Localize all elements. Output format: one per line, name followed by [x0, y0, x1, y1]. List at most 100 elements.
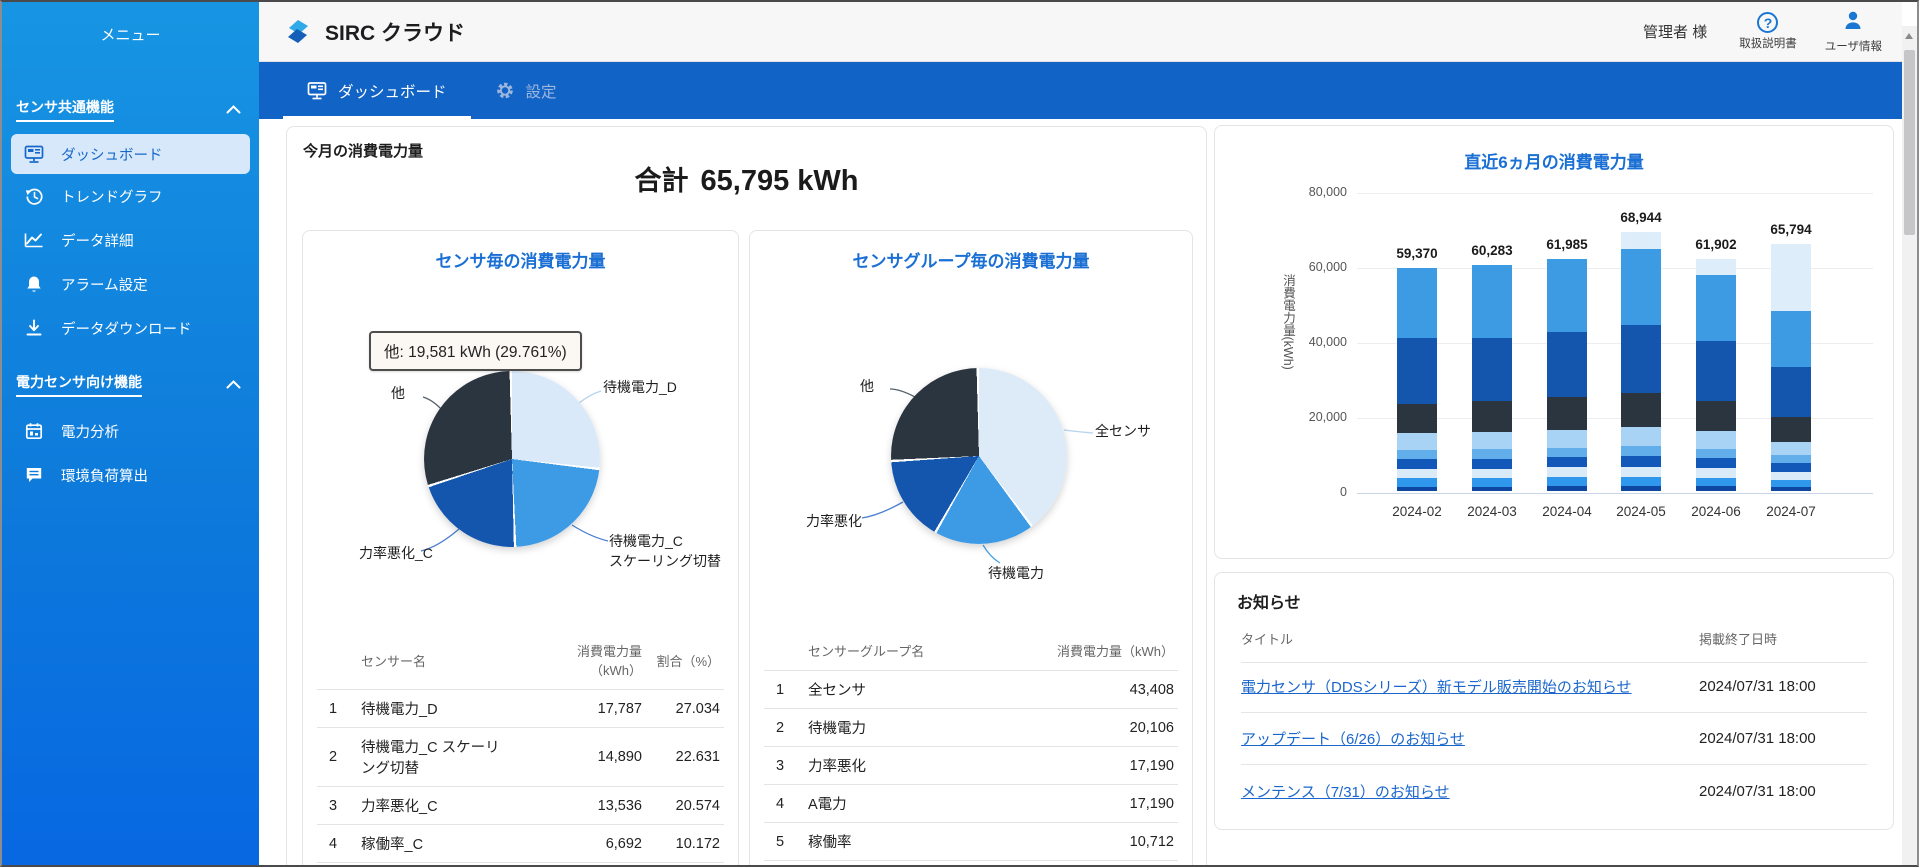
section-label: 電力センサ向け機能 — [16, 372, 142, 397]
pie-label-standby: 待機電力 — [988, 565, 1044, 581]
bar-segment — [1547, 331, 1587, 398]
sidebar-item-label: 電力分析 — [61, 424, 119, 441]
bar-total-label: 65,794 — [1770, 222, 1812, 238]
news-date: 2024/07/31 18:00 — [1699, 678, 1816, 695]
news-card: お知らせ タイトル 掲載終了日時 電力センサ（DDSシリーズ）新モデル販売開始の… — [1214, 572, 1894, 830]
bar-segment — [1696, 477, 1736, 487]
bar-segment — [1696, 340, 1736, 402]
topbar: SIRC クラウド 管理者 様 ? 取扱説明書 ユーザ情報 — [259, 2, 1902, 62]
bar-segment — [1771, 462, 1811, 472]
bar-segment — [1621, 476, 1661, 487]
bar-segment — [1397, 468, 1437, 478]
bar-segment — [1472, 264, 1512, 338]
bar-segment — [1771, 417, 1811, 442]
trend-graph-icon — [24, 186, 44, 206]
sensor-pie-card: センサ毎の消費電力量 他 待機電力_D 力率悪化_C 待機電力_C スケーリング… — [302, 230, 739, 865]
sidebar-section-sensor-common[interactable]: センサ共通機能 — [16, 97, 243, 122]
bar-segment — [1472, 486, 1512, 491]
news-link[interactable]: 電力センサ（DDSシリーズ）新モデル販売開始のお知らせ — [1241, 676, 1699, 697]
bar-segment — [1696, 258, 1736, 276]
scrollbar-up-arrow-icon[interactable] — [1905, 33, 1913, 39]
sensor-pie-chart[interactable] — [424, 371, 600, 547]
bar-chart-plot[interactable]: 0 20,000 40,000 60,000 80,000 消費電力量(kWh)… — [1215, 126, 1893, 558]
stacked-bar[interactable] — [1472, 264, 1512, 491]
bar-segment — [1696, 486, 1736, 491]
scrollbar-thumb[interactable] — [1904, 50, 1915, 235]
stacked-bar[interactable] — [1696, 258, 1736, 491]
bar-segment — [1771, 454, 1811, 463]
monthly-consumption-card: 今月の消費電力量 合計 65,795 kWh センサ毎の消費電力量 他 待機電力_… — [286, 126, 1207, 865]
pagination-row: 1ページの表示数: 10 1-5 of 5 ‹ › — [764, 860, 1178, 865]
bar-segment — [1547, 467, 1587, 478]
bar-segment — [1621, 324, 1661, 394]
table-row: 1 全センサ 43,408 — [764, 670, 1178, 708]
bar-segment — [1547, 477, 1587, 487]
dashboard-icon — [307, 81, 327, 101]
table-row: 2 待機電力 20,106 — [764, 708, 1178, 746]
stacked-bar[interactable] — [1621, 232, 1661, 491]
group-table-header: センサーグループ名 消費電力量（kWh） — [808, 644, 1174, 659]
sidebar-item-label: 環境負荷算出 — [61, 468, 148, 485]
app-window: メニュー センサ共通機能 ダッシュボード トレンドグラフ データ詳細 アラーム設… — [0, 0, 1919, 867]
news-date: 2024/07/31 18:00 — [1699, 730, 1816, 747]
bar-segment — [1696, 275, 1736, 341]
bar-total-label: 68,944 — [1620, 210, 1662, 226]
bar-segment — [1621, 248, 1661, 325]
stacked-bar[interactable] — [1397, 268, 1437, 491]
pie-label-standby-d: 待機電力_D — [603, 379, 677, 395]
pie-label-other: 他 — [391, 385, 405, 401]
bar-segment — [1472, 449, 1512, 459]
table-row: 4 A電力 17,190 — [764, 784, 1178, 822]
chevron-up-icon — [223, 375, 243, 395]
tab-label: ダッシュボード — [338, 83, 447, 101]
bar-segment — [1472, 468, 1512, 478]
news-link[interactable]: アップデート（6/26）のお知らせ — [1241, 728, 1699, 749]
bar-segment — [1696, 401, 1736, 432]
message-square-icon — [24, 465, 44, 485]
sidebar-item-label: トレンドグラフ — [61, 189, 163, 206]
sidebar-item-data-detail[interactable]: データ詳細 — [2, 218, 259, 262]
sensor-pie-title: センサ毎の消費電力量 — [435, 252, 606, 271]
group-table: センサーグループ名 消費電力量（kWh） 1 全センサ 43,408 2 待機電力 20… — [764, 635, 1178, 865]
calendar-icon — [24, 421, 44, 441]
table-row: 5 稼働率 10,712 — [764, 822, 1178, 860]
line-chart-icon — [24, 230, 44, 250]
sidebar-item-power-analysis[interactable]: 電力分析 — [2, 409, 259, 453]
total-value: 65,795 kWh — [700, 165, 859, 197]
sidebar-item-label: データダウンロード — [61, 321, 192, 338]
sidebar-section-power-sensor[interactable]: 電力センサ向け機能 — [16, 372, 243, 397]
bar-segment — [1771, 471, 1811, 480]
bar-segment — [1621, 426, 1661, 446]
sensor-table: センサー名 消費電力量（kWh） 割合（%） 1 待機電力_D 17,787 27.0… — [317, 635, 724, 865]
sidebar-item-trend-graph[interactable]: トレンドグラフ — [2, 174, 259, 218]
total-label: 合計 — [634, 166, 689, 196]
news-link[interactable]: メンテンス（7/31）のお知らせ — [1241, 781, 1699, 802]
sidebar-item-data-download[interactable]: データダウンロード — [2, 306, 259, 350]
bar-total-label: 61,902 — [1695, 236, 1737, 252]
manual-button[interactable]: ? 取扱説明書 — [1739, 12, 1797, 51]
vertical-scrollbar[interactable] — [1902, 26, 1917, 865]
tab-dashboard[interactable]: ダッシュボード — [283, 62, 471, 119]
bar-segment — [1696, 431, 1736, 449]
stacked-bar[interactable] — [1771, 244, 1811, 491]
bar-segment — [1771, 366, 1811, 418]
bar-segment — [1397, 486, 1437, 491]
sidebar-item-environmental-load[interactable]: 環境負荷算出 — [2, 453, 259, 497]
bar-total-label: 61,985 — [1546, 236, 1588, 252]
pie-label-all-sensors: 全センサ — [1095, 423, 1151, 439]
bar-segment — [1621, 445, 1661, 456]
stacked-bar[interactable] — [1547, 258, 1587, 491]
group-pie-chart[interactable] — [891, 368, 1067, 544]
user-info-button[interactable]: ユーザ情報 — [1825, 10, 1882, 54]
tab-settings[interactable]: 設定 — [471, 62, 581, 119]
user-icon — [1842, 10, 1864, 36]
sidebar-title: メニュー — [100, 27, 161, 44]
sidebar-item-dashboard[interactable]: ダッシュボード — [11, 134, 250, 174]
bar-segment — [1771, 486, 1811, 491]
bar-segment — [1472, 337, 1512, 402]
bar-segment — [1472, 432, 1512, 450]
pie-label-poor-pf-c: 力率悪化_C — [359, 545, 433, 561]
sidebar-item-label: アラーム設定 — [61, 277, 148, 294]
bar-segment — [1397, 459, 1437, 469]
sidebar-item-alarm-settings[interactable]: アラーム設定 — [2, 262, 259, 306]
